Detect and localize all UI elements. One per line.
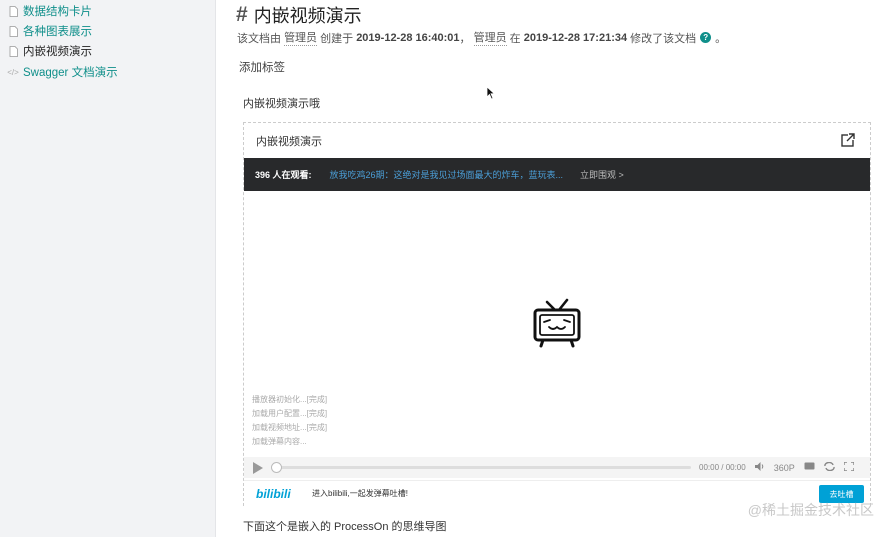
- sidebar-item-label: Swagger 文档演示: [23, 67, 118, 79]
- document-icon: [7, 45, 19, 57]
- danmaku-input[interactable]: 进入bilibili,一起发弹幕吐槽!: [312, 488, 408, 499]
- document-icon: [7, 25, 19, 37]
- log-line: 加载用户配置...[完成]: [252, 409, 328, 418]
- play-icon[interactable]: [253, 461, 263, 474]
- fullscreen-icon[interactable]: [843, 461, 855, 473]
- bilibili-logo: bilibili: [256, 486, 291, 501]
- processon-intro-text: 下面这个是嵌入的 ProcessOn 的思维导图: [243, 521, 447, 533]
- video-stage[interactable]: 播放器初始化...[完成] 加载用户配置...[完成] 加载视频地址...[完成…: [244, 191, 870, 457]
- document-icon: [7, 5, 19, 17]
- document-meta: 该文档由 管理员 创建于 2019-12-28 16:40:01 ， 管理员 在…: [237, 29, 726, 46]
- editor-link[interactable]: 管理员: [473, 29, 507, 46]
- intro-text: 内嵌视频演示哦: [243, 98, 320, 110]
- progress-handle[interactable]: [271, 462, 282, 473]
- embed-frame: 内嵌视频演示 396 人在观看: 放我吃鸡26期：这绝对是我见过场面最大的炸车，…: [243, 122, 871, 506]
- sidebar-item-data-structure-cards[interactable]: 数据结构卡片: [7, 2, 92, 20]
- video-headline-link[interactable]: 放我吃鸡26期：这绝对是我见过场面最大的炸车，蓝玩表...: [330, 168, 564, 181]
- embed-title: 内嵌视频演示: [256, 136, 322, 148]
- log-line: 加载弹幕内容...: [252, 437, 307, 446]
- meta-at-text: 在: [509, 32, 521, 45]
- code-icon: </>: [7, 67, 19, 77]
- viewer-count: 396 人在观看:: [255, 170, 312, 180]
- sidebar-item-label: 各种图表展示: [23, 26, 92, 38]
- external-link-icon[interactable]: [840, 132, 856, 148]
- meta-prefix: 该文档由: [237, 32, 281, 45]
- log-line: 播放器初始化...[完成]: [252, 395, 328, 404]
- loop-icon[interactable]: [824, 461, 835, 473]
- mouse-cursor-icon: [486, 86, 496, 100]
- watch-now-link[interactable]: 立即围观 >: [580, 168, 624, 181]
- help-icon[interactable]: ?: [700, 32, 712, 43]
- player-controls: 00:00 / 00:00 360P: [244, 457, 870, 478]
- sidebar: 数据结构卡片 各种图表展示 内嵌视频演示 </> Swagger 文档演示: [0, 0, 216, 537]
- hash-icon: #: [236, 3, 248, 26]
- sidebar-item-embedded-video[interactable]: 内嵌视频演示: [7, 42, 92, 60]
- sidebar-item-charts[interactable]: 各种图表展示: [7, 22, 92, 40]
- player-log: 播放器初始化...[完成] 加载用户配置...[完成] 加载视频地址...[完成…: [252, 393, 327, 449]
- time-display: 00:00 / 00:00: [699, 463, 746, 472]
- progress-bar[interactable]: [271, 462, 691, 473]
- bilibili-tv-icon: [533, 298, 581, 348]
- quality-selector[interactable]: 360P: [774, 463, 795, 473]
- main-content: # 内嵌视频演示 该文档由 管理员 创建于 2019-12-28 16:40:0…: [216, 0, 890, 537]
- live-info-bar: 396 人在观看: 放我吃鸡26期：这绝对是我见过场面最大的炸车，蓝玩表... …: [244, 158, 870, 191]
- creator-link[interactable]: 管理员: [284, 29, 318, 46]
- updated-time: 2019-12-28 17:21:34: [523, 31, 628, 44]
- embed-header: 内嵌视频演示: [244, 123, 870, 158]
- watermark: @稀土掘金技术社区: [747, 502, 874, 518]
- meta-updated-text: 修改了该文档: [630, 32, 697, 45]
- volume-icon[interactable]: [754, 462, 765, 473]
- meta-end: 。: [715, 32, 727, 45]
- sidebar-item-label: 内嵌视频演示: [23, 46, 92, 58]
- page-title: # 内嵌视频演示: [236, 2, 362, 28]
- add-tag-button[interactable]: 添加标签: [239, 59, 285, 75]
- meta-created-text: 创建于: [320, 32, 354, 45]
- created-time: 2019-12-28 16:40:01: [356, 31, 460, 44]
- danmaku-icon[interactable]: [804, 462, 815, 473]
- meta-separator: ，: [459, 32, 471, 45]
- page-title-text: 内嵌视频演示: [253, 6, 362, 26]
- sidebar-item-label: 数据结构卡片: [23, 6, 92, 18]
- log-line: 加载视频地址...[完成]: [252, 423, 328, 432]
- sidebar-item-swagger[interactable]: </> Swagger 文档演示: [7, 63, 118, 81]
